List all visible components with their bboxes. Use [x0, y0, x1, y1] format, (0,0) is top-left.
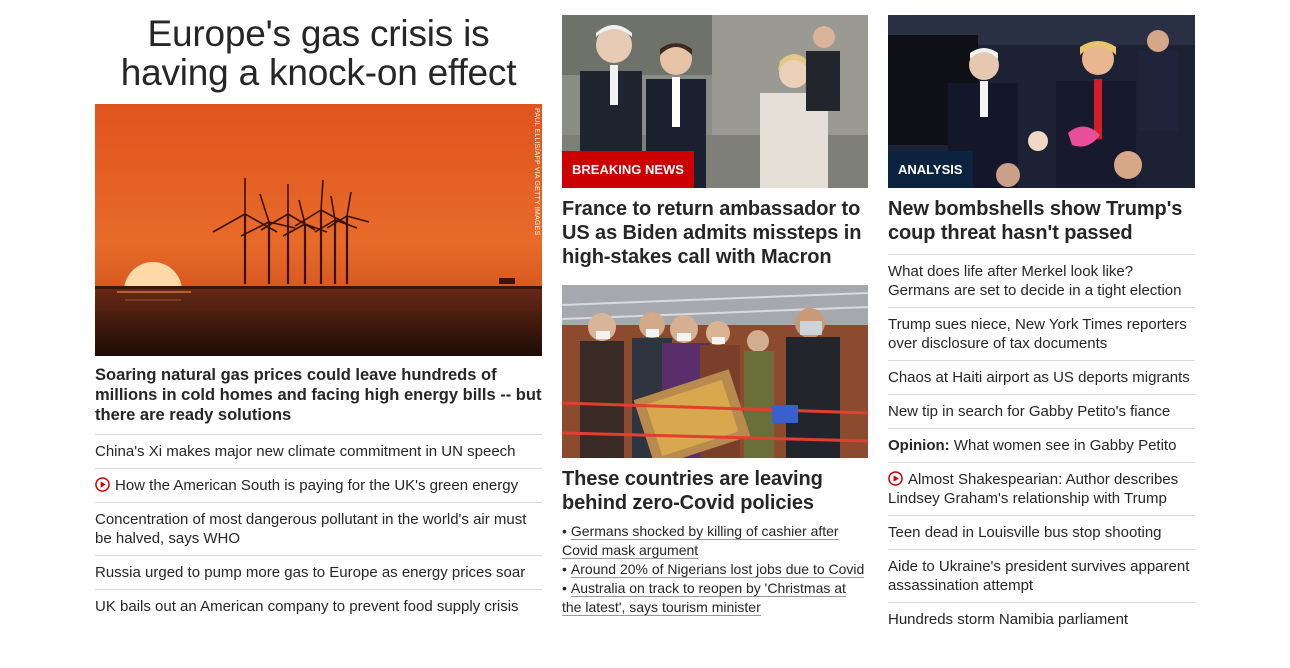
lead-feature-link[interactable]: Soaring natural gas prices could leave h… — [95, 365, 542, 425]
related-link[interactable]: Russia urged to pump more gas to Europe … — [95, 564, 525, 581]
story-link[interactable]: Chaos at Haiti airport as US deports mig… — [888, 369, 1190, 386]
related-video-link[interactable]: How the American South is paying for the… — [95, 477, 518, 494]
story-link[interactable]: Trump sues niece, New York Times reporte… — [888, 316, 1187, 352]
airport-passengers-photo — [562, 285, 868, 458]
wind-turbines-image — [95, 104, 542, 356]
bullet-link[interactable]: Around 20% of Nigerians lost jobs due to… — [570, 561, 865, 578]
lead-column: Europe's gas crisis is having a knock-on… — [95, 0, 542, 623]
bullet-link[interactable]: Australia on track to reopen by 'Christm… — [562, 580, 846, 616]
story-image-link[interactable] — [562, 285, 868, 458]
lead-headline[interactable]: Europe's gas crisis is having a knock-on… — [95, 14, 542, 92]
list-item: Teen dead in Louisville bus stop shootin… — [888, 515, 1195, 549]
lead-image-link[interactable]: PAUL ELLIS/AFP VIA GETTY IMAGES — [95, 104, 542, 356]
bullet-icon: • — [562, 561, 567, 577]
video-story-link[interactable]: Almost Shakespearian: Author describes L… — [888, 471, 1178, 507]
related-link[interactable]: China's Xi makes major new climate commi… — [95, 443, 516, 460]
analysis-badge: ANALYSIS — [888, 151, 973, 188]
story-headline-link[interactable]: New bombshells show Trump's coup threat … — [888, 197, 1195, 245]
story-bullet-list: • Germans shocked by killing of cashier a… — [562, 522, 868, 617]
bullet-link[interactable]: Germans shocked by killing of cashier af… — [562, 523, 839, 559]
breaking-news-badge: BREAKING NEWS — [562, 151, 694, 188]
lead-related-list: China's Xi makes major new climate commi… — [95, 434, 542, 623]
list-item: Concentration of most dangerous pollutan… — [95, 502, 542, 555]
story-link[interactable]: Teen dead in Louisville bus stop shootin… — [888, 524, 1162, 541]
right-column: ANALYSIS New bombshells show Trump's cou… — [888, 0, 1195, 636]
list-item: UK bails out an American company to prev… — [95, 589, 542, 623]
bullet-icon: • — [562, 523, 567, 539]
story-link-text: Almost Shakespearian: Author describes L… — [888, 471, 1179, 507]
related-link[interactable]: Concentration of most dangerous pollutan… — [95, 511, 526, 547]
story-image-link[interactable]: ANALYSIS — [888, 15, 1195, 188]
story-headline-link[interactable]: These countries are leaving behind zero-… — [562, 467, 868, 515]
list-item: Hundreds storm Namibia parliament — [888, 602, 1195, 636]
list-item: New tip in search for Gabby Petito's fia… — [888, 394, 1195, 428]
play-circle-icon — [95, 477, 110, 492]
list-item: Almost Shakespearian: Author describes L… — [888, 462, 1195, 515]
list-item: • Around 20% of Nigerians lost jobs due t… — [562, 560, 868, 579]
list-item: Russia urged to pump more gas to Europe … — [95, 555, 542, 589]
story-link[interactable]: Aide to Ukraine's president survives app… — [888, 558, 1189, 594]
list-item: Aide to Ukraine's president survives app… — [888, 549, 1195, 602]
story-headline-link[interactable]: France to return ambassador to US as Bid… — [562, 197, 868, 269]
top-stories-list: What does life after Merkel look like? G… — [888, 254, 1195, 636]
story-image-link[interactable]: BREAKING NEWS — [562, 15, 868, 188]
bullet-icon: • — [562, 580, 567, 596]
middle-column: BREAKING NEWS France to return ambassado… — [562, 0, 868, 617]
list-item: Opinion: What women see in Gabby Petito — [888, 428, 1195, 462]
story-link[interactable]: What does life after Merkel look like? G… — [888, 263, 1182, 299]
list-item: How the American South is paying for the… — [95, 468, 542, 502]
list-item: What does life after Merkel look like? G… — [888, 254, 1195, 307]
related-link[interactable]: UK bails out an American company to prev… — [95, 598, 519, 615]
story-link[interactable]: New tip in search for Gabby Petito's fia… — [888, 403, 1170, 420]
list-item: • Germans shocked by killing of cashier a… — [562, 522, 868, 560]
image-credit: PAUL ELLIS/AFP VIA GETTY IMAGES — [533, 108, 540, 236]
play-circle-icon — [888, 471, 903, 486]
story-link[interactable]: Hundreds storm Namibia parliament — [888, 611, 1128, 628]
opinion-story-link[interactable]: Opinion: What women see in Gabby Petito — [888, 437, 1176, 454]
list-item: China's Xi makes major new climate commi… — [95, 434, 542, 468]
list-item: Chaos at Haiti airport as US deports mig… — [888, 360, 1195, 394]
story-link-text: What women see in Gabby Petito — [953, 437, 1177, 454]
related-link-text: How the American South is paying for the… — [115, 477, 519, 494]
list-item: • Australia on track to reopen by 'Christ… — [562, 579, 868, 617]
opinion-label: Opinion: — [888, 437, 950, 454]
list-item: Trump sues niece, New York Times reporte… — [888, 307, 1195, 360]
